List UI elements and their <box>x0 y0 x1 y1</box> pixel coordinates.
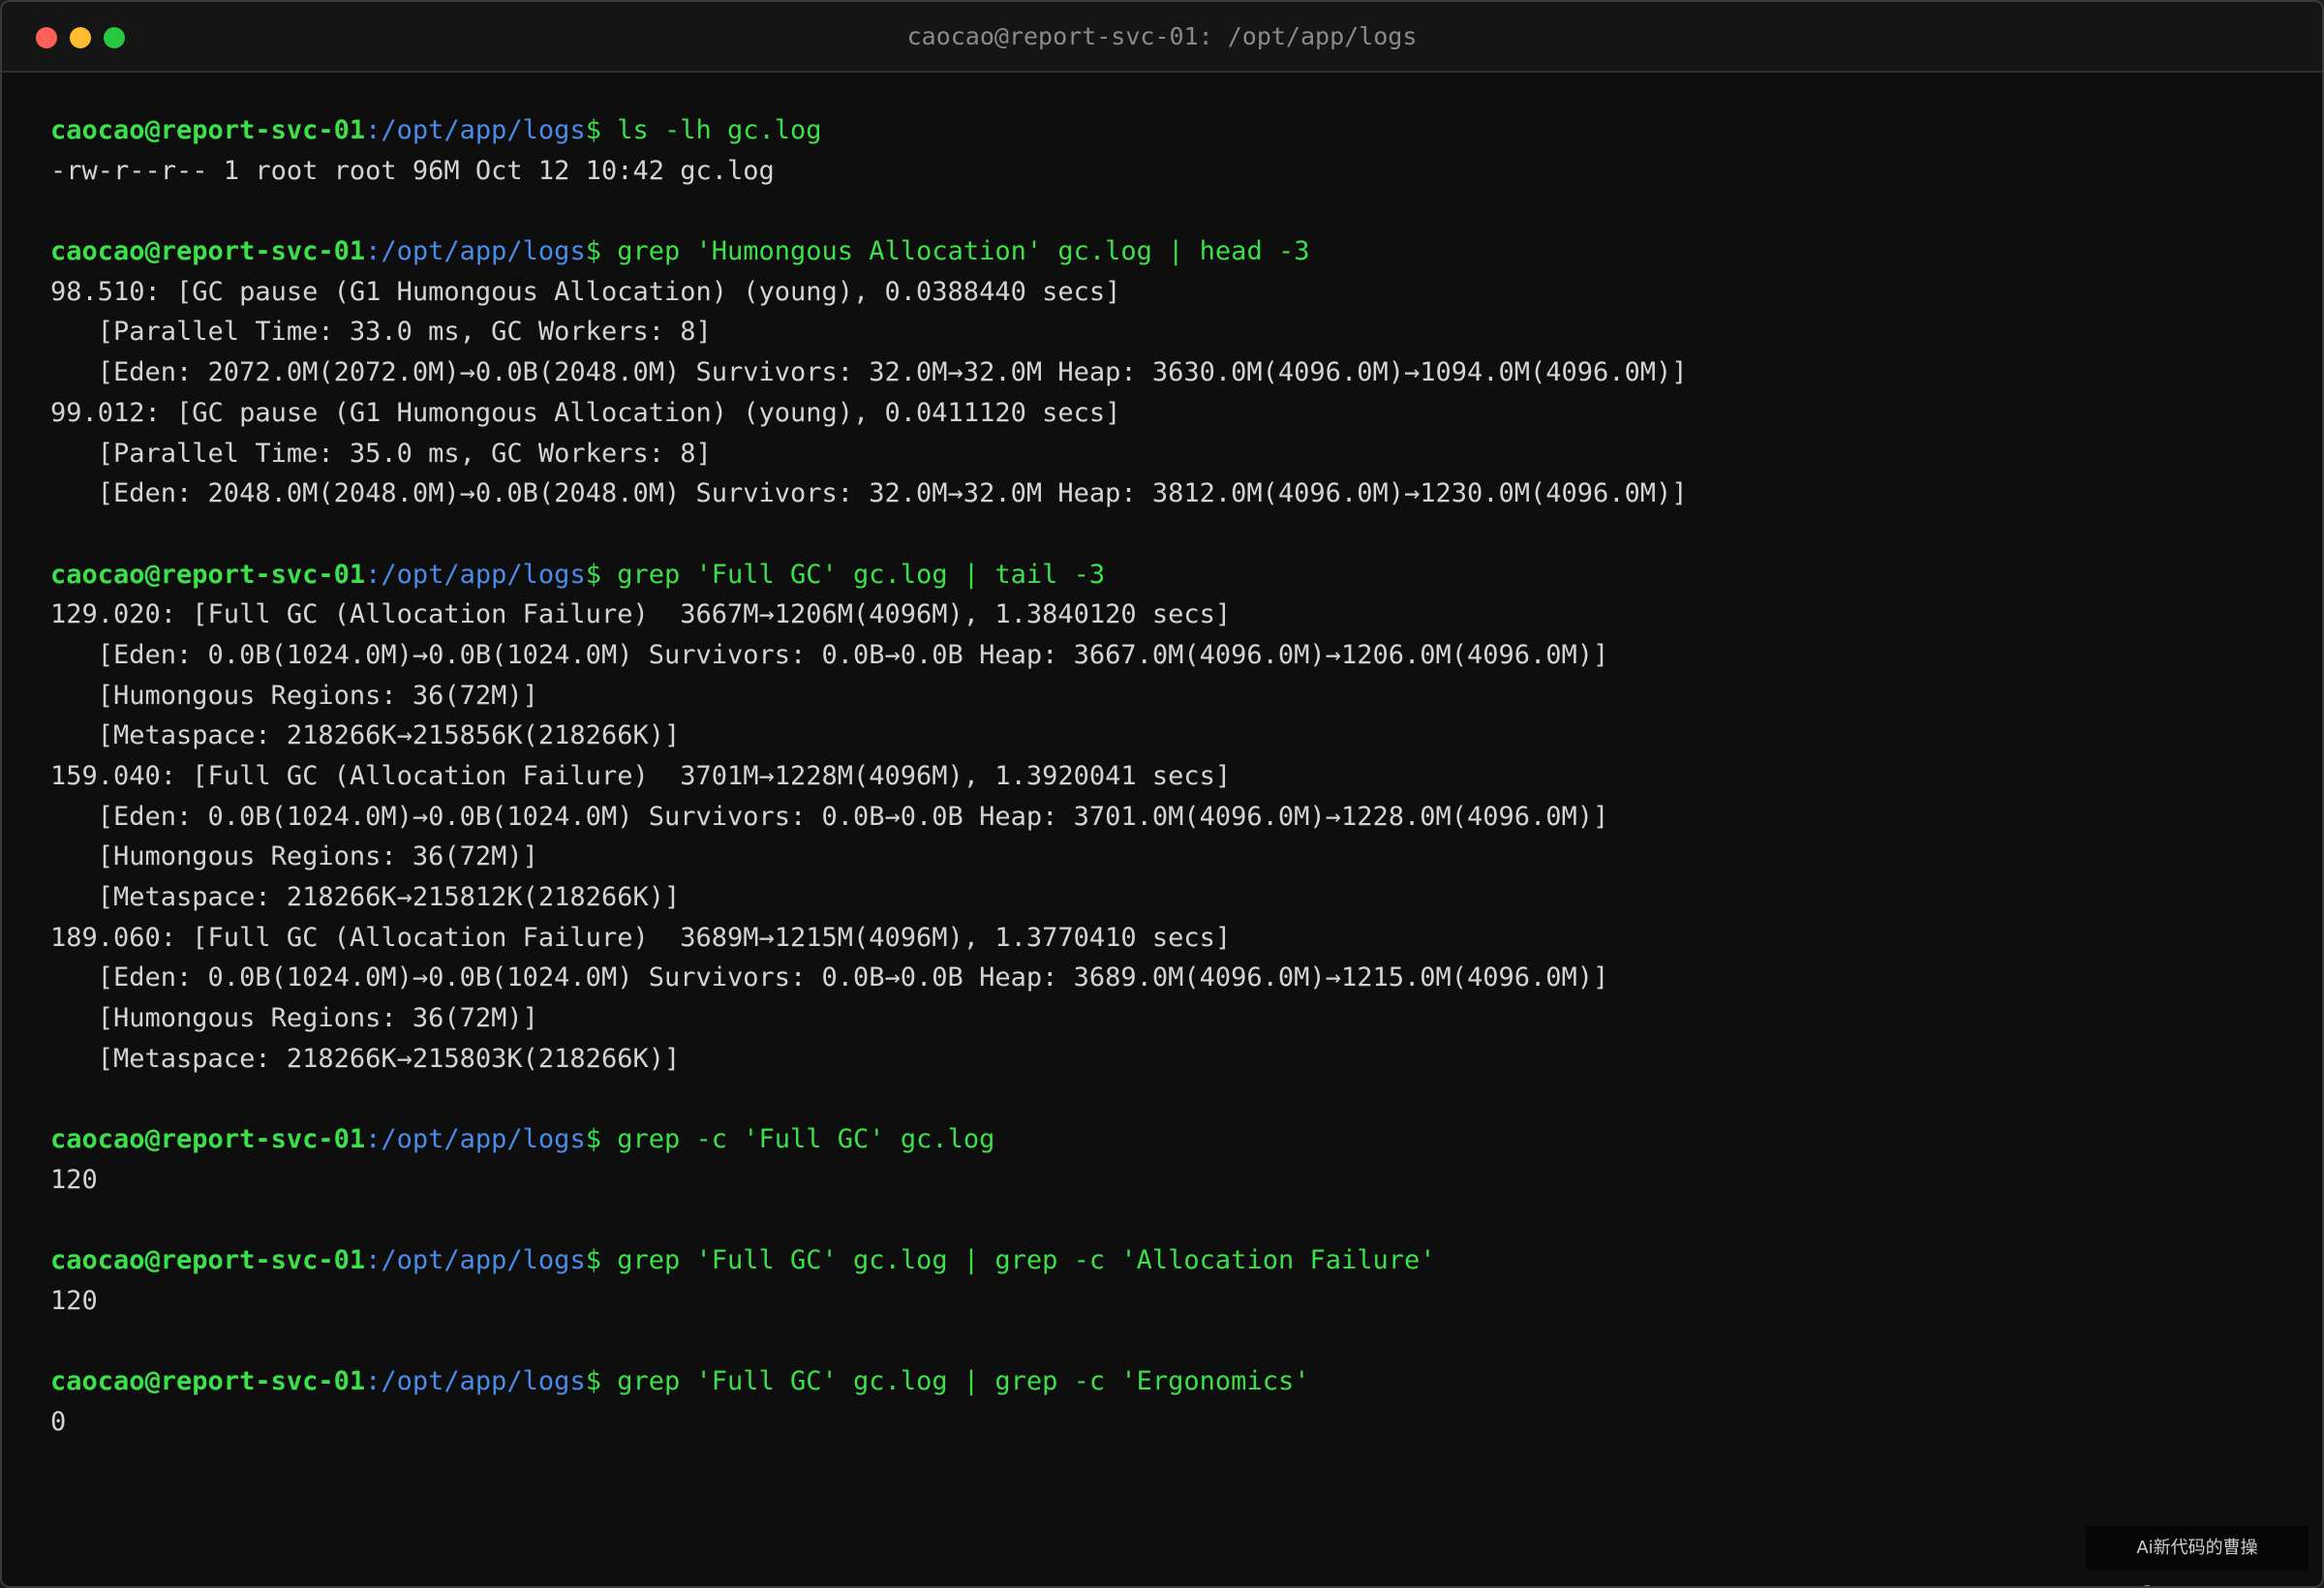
output-line: [Humongous Regions: 36(72M)] <box>50 841 538 872</box>
prompt-user-host: caocao@report-svc-01 <box>50 559 366 590</box>
watermark: Ai新代码的曹操@opencao.cn <box>2086 1526 2309 1586</box>
prompt-path-separator: : <box>365 1245 382 1276</box>
command-text: grep 'Full GC' gc.log | grep -c 'Allocat… <box>600 1245 1436 1276</box>
output-line: [Parallel Time: 35.0 ms, GC Workers: 8] <box>50 438 712 469</box>
output-line: 159.040: [Full GC (Allocation Failure) 3… <box>50 761 1232 791</box>
output-line: 129.020: [Full GC (Allocation Failure) 3… <box>50 599 1232 630</box>
output-line: [Eden: 2072.0M(2072.0M)→0.0B(2048.0M) Su… <box>50 357 1688 388</box>
output-line: [Metaspace: 218266K→215803K(218266K)] <box>50 1043 681 1074</box>
output-line: 120 <box>50 1164 98 1195</box>
output-line: [Humongous Regions: 36(72M)] <box>50 680 538 711</box>
prompt-path: /opt/app/logs <box>381 1245 586 1276</box>
prompt-user-host: caocao@report-svc-01 <box>50 1366 366 1397</box>
output-line: 0 <box>50 1407 67 1437</box>
prompt-line: caocao@report-svc-01:/opt/app/logs$ ls -… <box>50 110 2293 151</box>
output-line: [Eden: 0.0B(1024.0M)→0.0B(1024.0M) Survi… <box>50 962 1609 993</box>
output-line: [Humongous Regions: 36(72M)] <box>50 1003 538 1034</box>
prompt-line: caocao@report-svc-01:/opt/app/logs$ grep… <box>50 555 2293 596</box>
prompt-path: /opt/app/logs <box>381 236 586 267</box>
output-line: 120 <box>50 1285 98 1316</box>
command-text: ls -lh gc.log <box>600 115 822 145</box>
prompt-path-separator: : <box>365 1366 382 1397</box>
prompt-line: caocao@report-svc-01:/opt/app/logs$ grep… <box>50 231 2293 272</box>
prompt-path: /opt/app/logs <box>381 1366 586 1397</box>
output-line: [Eden: 0.0B(1024.0M)→0.0B(1024.0M) Survi… <box>50 801 1609 832</box>
output-line: [Metaspace: 218266K→215812K(218266K)] <box>50 882 681 913</box>
command-text: grep -c 'Full GC' gc.log <box>600 1124 995 1155</box>
prompt-path-separator: : <box>365 236 382 267</box>
output-line: [Eden: 0.0B(1024.0M)→0.0B(1024.0M) Survi… <box>50 639 1609 670</box>
output-line: [Metaspace: 218266K→215856K(218266K)] <box>50 720 681 751</box>
prompt-path: /opt/app/logs <box>381 559 586 590</box>
prompt-line: caocao@report-svc-01:/opt/app/logs$ grep… <box>50 1361 2293 1402</box>
prompt-symbol: $ <box>585 236 601 267</box>
prompt-path-separator: : <box>365 115 382 145</box>
title-bar: caocao@report-svc-01: /opt/app/logs <box>2 2 2322 73</box>
prompt-symbol: $ <box>585 115 601 145</box>
prompt-user-host: caocao@report-svc-01 <box>50 1124 366 1155</box>
prompt-symbol: $ <box>585 1124 601 1155</box>
prompt-path: /opt/app/logs <box>381 115 586 145</box>
prompt-path-separator: : <box>365 559 382 590</box>
terminal-window: caocao@report-svc-01: /opt/app/logs caoc… <box>0 0 2324 1588</box>
output-line: -rw-r--r-- 1 root root 96M Oct 12 10:42 … <box>50 155 775 186</box>
output-line: 99.012: [GC pause (G1 Humongous Allocati… <box>50 397 1121 428</box>
prompt-line: caocao@report-svc-01:/opt/app/logs$ grep… <box>50 1119 2293 1160</box>
output-line: 98.510: [GC pause (G1 Humongous Allocati… <box>50 276 1121 307</box>
prompt-user-host: caocao@report-svc-01 <box>50 236 366 267</box>
command-text: grep 'Full GC' gc.log | grep -c 'Ergonom… <box>600 1366 1310 1397</box>
prompt-user-host: caocao@report-svc-01 <box>50 1245 366 1276</box>
prompt-path: /opt/app/logs <box>381 1124 586 1155</box>
prompt-symbol: $ <box>585 1366 601 1397</box>
terminal-output[interactable]: caocao@report-svc-01:/opt/app/logs$ ls -… <box>50 110 2293 1443</box>
output-line: [Parallel Time: 33.0 ms, GC Workers: 8] <box>50 317 712 348</box>
output-line: 189.060: [Full GC (Allocation Failure) 3… <box>50 922 1232 953</box>
command-text: grep 'Full GC' gc.log | tail -3 <box>600 559 1106 590</box>
prompt-line: caocao@report-svc-01:/opt/app/logs$ grep… <box>50 1240 2293 1281</box>
prompt-user-host: caocao@report-svc-01 <box>50 115 366 145</box>
prompt-symbol: $ <box>585 1245 601 1276</box>
prompt-symbol: $ <box>585 559 601 590</box>
command-text: grep 'Humongous Allocation' gc.log | hea… <box>600 236 1310 267</box>
prompt-path-separator: : <box>365 1124 382 1155</box>
output-line: [Eden: 2048.0M(2048.0M)→0.0B(2048.0M) Su… <box>50 478 1688 509</box>
window-title: caocao@report-svc-01: /opt/app/logs <box>906 22 1418 50</box>
